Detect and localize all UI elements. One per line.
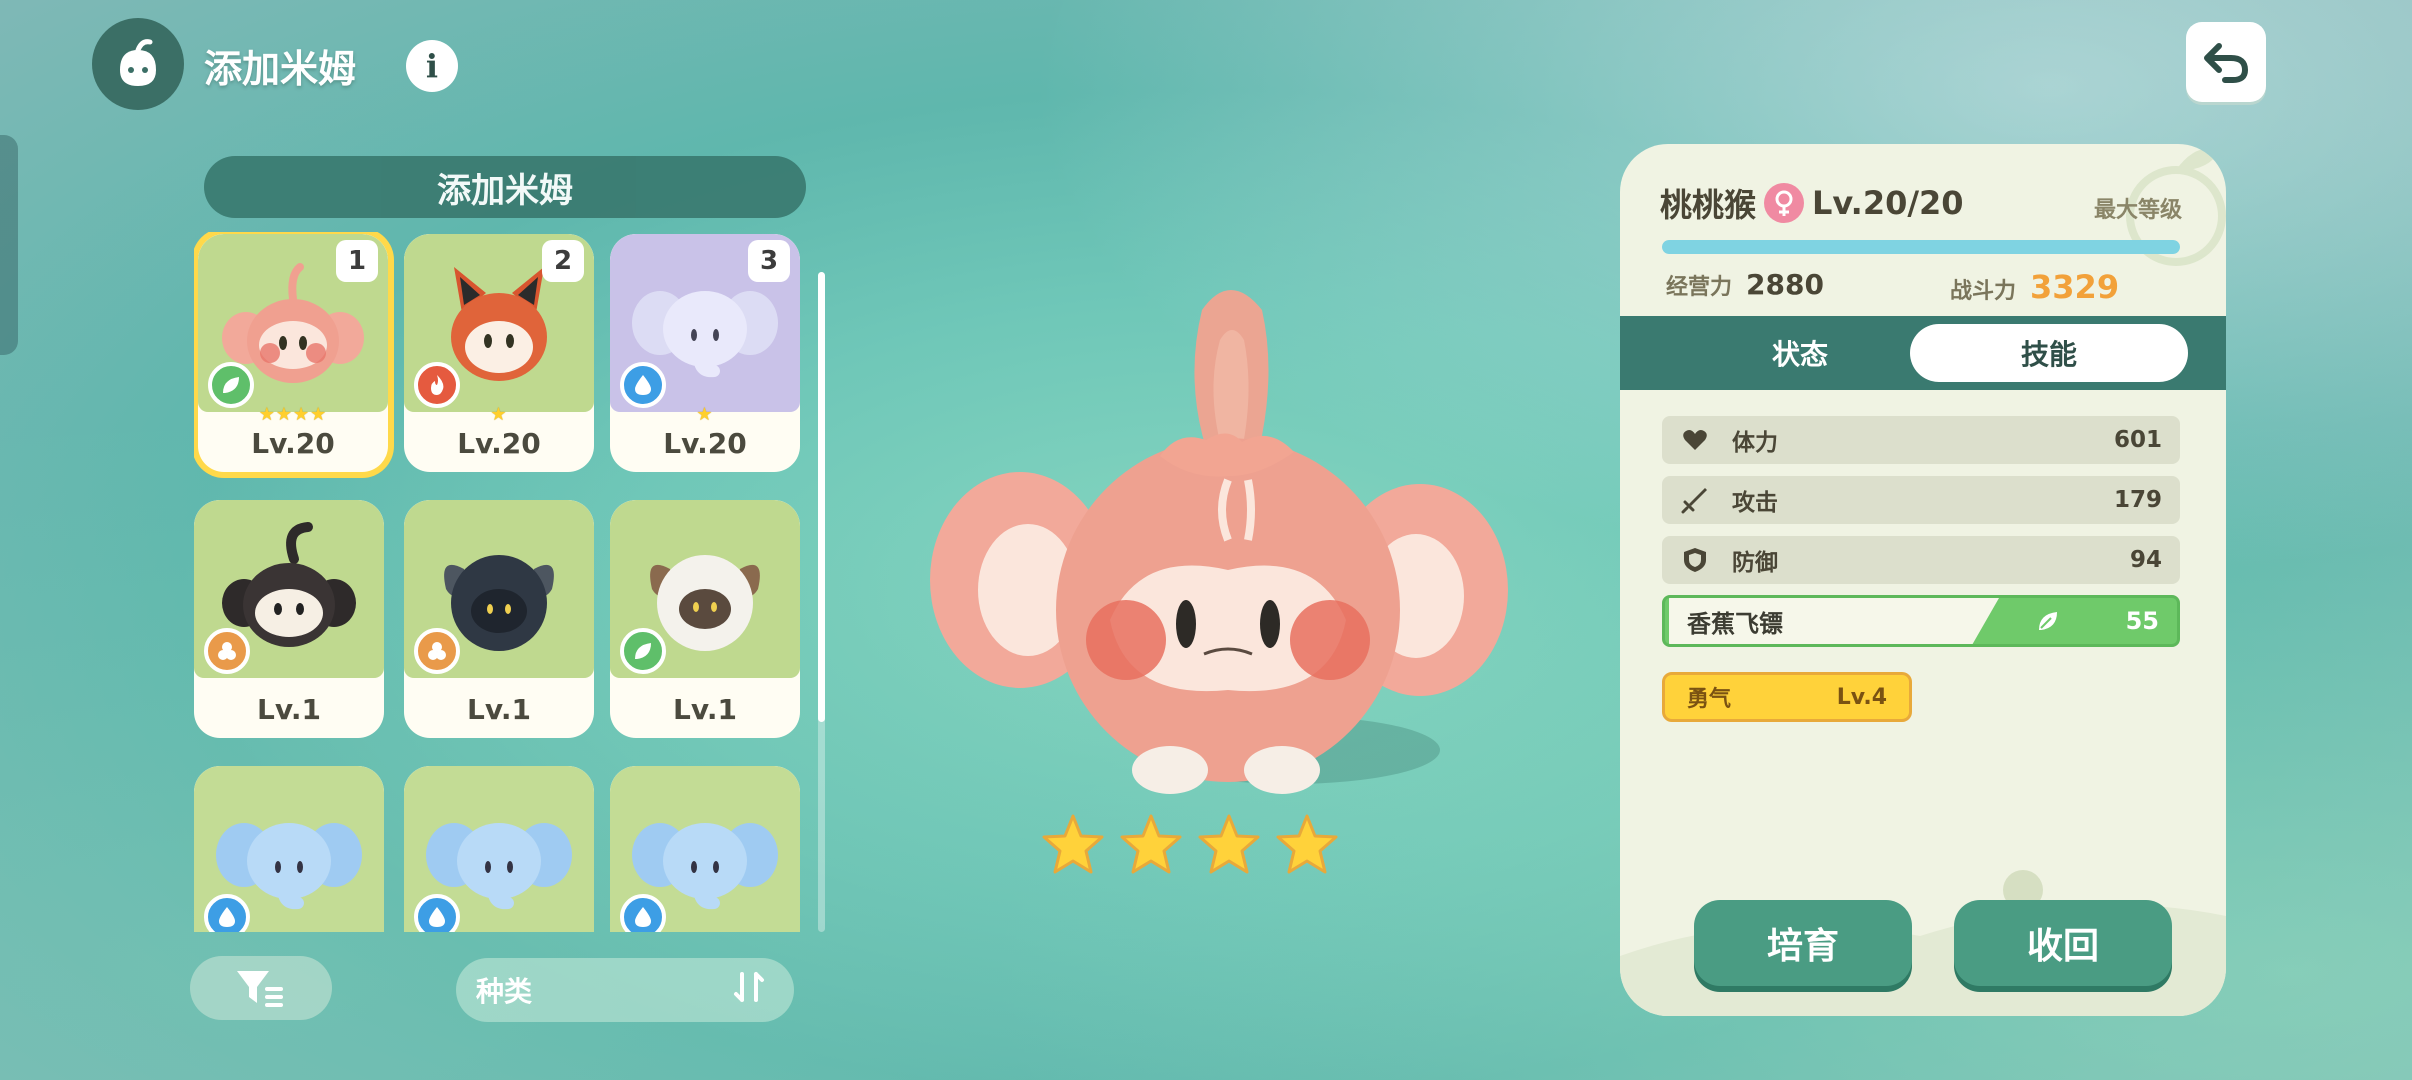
tab-status[interactable]: 状态 (1680, 324, 1920, 382)
water-element-icon (204, 894, 250, 932)
mim-card[interactable]: 2 ★ Lv.20 (404, 234, 594, 472)
power-stat: 战斗力 3329 (1950, 268, 2119, 306)
mim-card[interactable]: Lv.1 (404, 500, 594, 738)
grass-element-icon (620, 628, 666, 674)
mim-card[interactable] (610, 766, 800, 932)
card-level: Lv.1 (257, 693, 321, 726)
attribute-value: 601 (2113, 427, 2162, 453)
attribute-row-defense: 防御 94 (1662, 536, 2180, 584)
selected-creature-model (910, 280, 1530, 820)
shield-icon (1680, 545, 1710, 575)
leaf-icon (2039, 612, 2057, 630)
heart-icon (1680, 425, 1710, 455)
attribute-label: 攻击 (1732, 490, 1778, 516)
rarity-stars (1040, 812, 1340, 878)
tab-skills[interactable]: 技能 (1910, 324, 2188, 382)
list-title: 添加米姆 (204, 156, 806, 218)
attribute-row-attack: 攻击 179 (1662, 476, 2180, 524)
business-label: 经营力 (1666, 275, 1733, 300)
page-title: 添加米姆 (204, 47, 357, 91)
sword-icon (1680, 485, 1710, 515)
mim-head-icon (92, 18, 184, 110)
mim-card[interactable]: 1 ★★★★ Lv.20 (198, 234, 388, 472)
mim-detail-panel: 桃桃猴 Lv.20/20 最大等级 经营力 2880 战斗力 3329 状态 技… (1620, 144, 2226, 1016)
water-element-icon (620, 894, 666, 932)
filter-icon[interactable] (190, 956, 332, 1020)
star-icon (1198, 814, 1260, 874)
list-scrollbar[interactable] (818, 272, 825, 932)
mim-card[interactable] (194, 766, 384, 932)
team-slot-number: 1 (336, 240, 378, 282)
skill-row[interactable]: 香蕉飞镖 55 (1662, 595, 2180, 647)
team-slot-number: 3 (748, 240, 790, 282)
trait-label: 勇气 (1687, 687, 1732, 712)
card-level: Lv.1 (673, 693, 737, 726)
scrollbar-thumb[interactable] (818, 272, 825, 722)
power-label: 战斗力 (1950, 279, 2017, 304)
info-icon[interactable]: i (406, 40, 458, 92)
water-element-icon (414, 894, 460, 932)
sort-label: 种类 (476, 975, 533, 1008)
max-level-label: 最大等级 (2093, 198, 2182, 223)
team-slot-number: 2 (542, 240, 584, 282)
star-rating: ★★★★ (258, 404, 328, 425)
mim-card[interactable] (404, 766, 594, 932)
female-gender-icon (1764, 183, 1805, 223)
attribute-value: 94 (2129, 547, 2162, 573)
experience-bar (1662, 240, 2180, 254)
water-element-icon (620, 362, 666, 408)
star-icon (1276, 814, 1338, 874)
grass-element-icon (208, 362, 254, 408)
star-rating: ★ (696, 404, 714, 425)
skill-label: 香蕉飞镖 (1669, 598, 1999, 644)
card-level: Lv.20 (663, 427, 747, 460)
experience-fill (1662, 240, 2180, 254)
business-stat: 经营力 2880 (1666, 268, 1824, 301)
mim-level: Lv.20/20 (1812, 184, 1964, 222)
train-button[interactable]: 培育 (1694, 900, 1912, 986)
side-drawer-tab[interactable] (0, 135, 18, 355)
power-value: 3329 (2030, 268, 2120, 306)
card-level: Lv.20 (457, 427, 541, 460)
attribute-label: 防御 (1732, 550, 1778, 576)
star-icon (1120, 814, 1182, 874)
recall-button[interactable]: 收回 (1954, 900, 2172, 986)
attribute-row-hp: 体力 601 (1662, 416, 2180, 464)
mim-name: 桃桃猴 (1660, 186, 1757, 224)
earth-element-icon (204, 628, 250, 674)
skill-value: 55 (2125, 607, 2159, 635)
fire-element-icon (414, 362, 460, 408)
star-icon (1042, 814, 1104, 874)
card-level: Lv.1 (467, 693, 531, 726)
attribute-label: 体力 (1732, 430, 1778, 456)
trait-level: Lv.4 (1836, 684, 1887, 710)
star-rating: ★ (490, 404, 508, 425)
mim-card[interactable]: Lv.1 (194, 500, 384, 738)
undo-arrow-icon[interactable] (2186, 22, 2266, 102)
sort-icon[interactable] (732, 970, 766, 1011)
business-value: 2880 (1746, 268, 1824, 301)
mim-card[interactable]: 3 ★ Lv.20 (610, 234, 800, 472)
mim-card[interactable]: Lv.1 (610, 500, 800, 738)
card-level: Lv.20 (251, 427, 335, 460)
sort-selector[interactable]: 种类 (456, 958, 794, 1022)
attribute-value: 179 (2113, 487, 2162, 513)
trait-badge[interactable]: 勇气 Lv.4 (1662, 672, 1912, 722)
mim-grid[interactable]: 1 ★★★★ Lv.20 2 ★ Lv.20 3 ★ Lv.20 Lv.1 Lv… (194, 232, 806, 932)
name-row: 桃桃猴 Lv.20/20 (1660, 180, 1964, 226)
earth-element-icon (414, 628, 460, 674)
